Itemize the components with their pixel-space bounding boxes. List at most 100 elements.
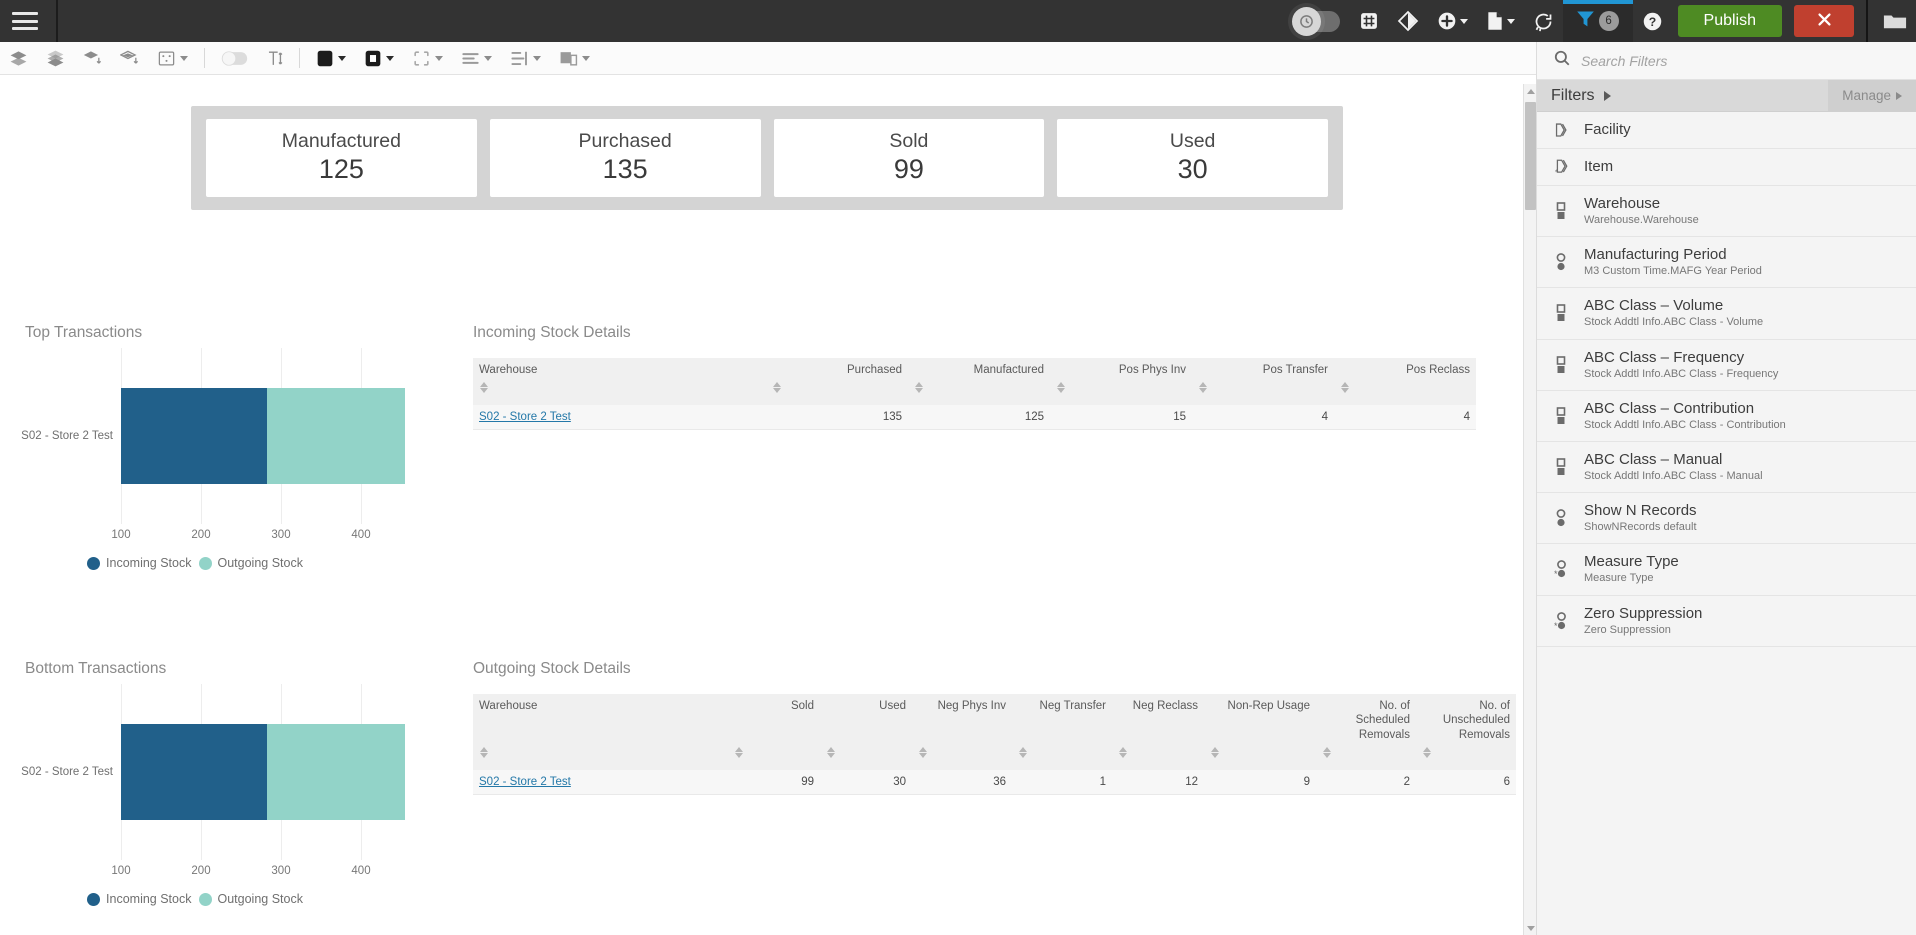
refresh-icon[interactable] <box>1524 0 1563 42</box>
kpi-card-purchased[interactable]: Purchased 135 <box>490 119 761 197</box>
col-header-warehouse[interactable]: Warehouse <box>473 358 766 379</box>
sort-toggle-icon[interactable] <box>1210 747 1219 758</box>
col-header-neg-phys-inv[interactable]: Neg Phys Inv <box>912 694 1012 744</box>
legend-item-outgoing[interactable]: Outgoing Stock <box>199 556 303 570</box>
hamburger-menu-icon[interactable] <box>12 12 38 30</box>
close-button[interactable] <box>1794 5 1854 37</box>
sort-cell[interactable] <box>912 744 1012 770</box>
legend-item-incoming[interactable]: Incoming Stock <box>87 892 191 906</box>
col-header-scheduled-removals[interactable]: No. of Scheduled Removals <box>1316 694 1416 744</box>
col-header-pos-phys-inv[interactable]: Pos Phys Inv <box>1050 358 1192 379</box>
sort-cell[interactable] <box>1012 744 1112 770</box>
warehouse-link[interactable]: S02 - Store 2 Test <box>479 411 571 423</box>
col-header-purchased[interactable]: Purchased <box>766 358 908 379</box>
filters-tab[interactable]: 6 <box>1563 0 1633 42</box>
chart-plot-area[interactable]: S02 - Store 2 Test 100 200 300 400 <box>25 348 430 548</box>
question-circle-icon[interactable]: ? <box>1633 0 1672 42</box>
col-header-pos-reclass[interactable]: Pos Reclass <box>1334 358 1476 379</box>
bar-group[interactable]: S02 - Store 2 Test <box>121 388 405 484</box>
sort-cell[interactable] <box>1334 379 1476 405</box>
publish-button[interactable]: Publish <box>1678 5 1782 37</box>
kpi-card-sold[interactable]: Sold 99 <box>774 119 1045 197</box>
plus-circle-icon[interactable] <box>1428 0 1477 42</box>
sort-toggle-icon[interactable] <box>1198 382 1207 393</box>
distribute-icon[interactable] <box>148 42 197 75</box>
bar-group[interactable]: S02 - Store 2 Test <box>121 724 405 820</box>
history-toggle[interactable] <box>1286 11 1350 32</box>
sort-cell[interactable] <box>1416 744 1516 770</box>
sort-toggle-icon[interactable] <box>1056 382 1065 393</box>
col-header-warehouse[interactable]: Warehouse <box>473 694 728 744</box>
col-header-neg-reclass[interactable]: Neg Reclass <box>1112 694 1204 744</box>
sort-toggle-icon[interactable] <box>1422 747 1431 758</box>
sort-cell[interactable] <box>1112 744 1204 770</box>
sort-toggle-icon[interactable] <box>772 382 781 393</box>
text-height-icon[interactable] <box>257 42 292 75</box>
filter-item-abc-class-contribution[interactable]: ABC Class – Contribution Stock Addtl Inf… <box>1537 391 1916 442</box>
sort-cell[interactable] <box>1204 744 1316 770</box>
sort-toggle-icon[interactable] <box>1118 747 1127 758</box>
fill-swatch-icon[interactable] <box>307 42 355 75</box>
sort-toggle-icon[interactable] <box>914 382 923 393</box>
table-row[interactable]: S02 - Store 2 Test 99 30 36 1 12 9 2 6 <box>473 770 1516 795</box>
legend-item-incoming[interactable]: Incoming Stock <box>87 556 191 570</box>
page-icon[interactable] <box>1477 0 1524 42</box>
filter-item-item[interactable]: * Item <box>1537 149 1916 186</box>
layer-down-icon[interactable] <box>74 42 111 75</box>
filter-item-abc-class-manual[interactable]: ABC Class – Manual Stock Addtl Info.ABC … <box>1537 442 1916 493</box>
border-swatch-icon[interactable] <box>355 42 403 75</box>
sort-toggle-icon[interactable] <box>1018 747 1027 758</box>
kpi-card-manufactured[interactable]: Manufactured 125 <box>206 119 477 197</box>
sort-toggle-icon[interactable] <box>826 747 835 758</box>
search-input[interactable] <box>1581 53 1900 69</box>
filter-item-measure-type[interactable]: * Measure Type Measure Type <box>1537 544 1916 595</box>
dashed-frame-icon[interactable] <box>403 42 452 75</box>
sort-cell[interactable] <box>1192 379 1334 405</box>
manage-filters-button[interactable]: Manage <box>1828 80 1916 112</box>
filter-item-abc-class-volume[interactable]: ABC Class – Volume Stock Addtl Info.ABC … <box>1537 288 1916 339</box>
layer-up-icon[interactable] <box>111 42 148 75</box>
align-left-icon[interactable] <box>501 42 550 75</box>
kpi-card-used[interactable]: Used 30 <box>1057 119 1328 197</box>
legend-item-outgoing[interactable]: Outgoing Stock <box>199 892 303 906</box>
sort-toggle-icon[interactable] <box>479 747 488 758</box>
filter-item-manufacturing-period[interactable]: Manufacturing Period M3 Custom Time.MAFG… <box>1537 237 1916 288</box>
sort-cell[interactable] <box>728 744 820 770</box>
scrollbar-thumb[interactable] <box>1525 102 1536 210</box>
col-header-unscheduled-removals[interactable]: No. of Unscheduled Removals <box>1416 694 1516 744</box>
bar-segment-incoming[interactable]: S02 - Store 2 Test <box>121 724 267 820</box>
sort-cell[interactable] <box>473 379 766 405</box>
sort-toggle-icon[interactable] <box>479 382 488 393</box>
filter-item-facility[interactable]: Facility <box>1537 112 1916 149</box>
sort-cell[interactable] <box>1316 744 1416 770</box>
sort-toggle-icon[interactable] <box>734 747 743 758</box>
filter-item-warehouse[interactable]: Warehouse Warehouse.Warehouse <box>1537 186 1916 237</box>
table-row[interactable]: S02 - Store 2 Test 135 125 15 4 4 <box>473 405 1476 430</box>
sort-cell[interactable] <box>473 744 728 770</box>
sort-cell[interactable] <box>1050 379 1192 405</box>
filter-item-zero-suppression[interactable]: * Zero Suppression Zero Suppression <box>1537 596 1916 647</box>
sort-toggle-icon[interactable] <box>918 747 927 758</box>
chart-plot-area[interactable]: S02 - Store 2 Test 100 200 300 400 <box>25 684 430 884</box>
col-header-sold[interactable]: Sold <box>728 694 820 744</box>
stack-front-icon[interactable] <box>37 42 74 75</box>
col-header-pos-transfer[interactable]: Pos Transfer <box>1192 358 1334 379</box>
sort-cell[interactable] <box>908 379 1050 405</box>
layers-icon[interactable] <box>0 42 37 75</box>
col-header-manufactured[interactable]: Manufactured <box>908 358 1050 379</box>
col-header-non-rep-usage[interactable]: Non-Rep Usage <box>1204 694 1316 744</box>
filter-item-show-n-records[interactable]: Show N Records ShowNRecords default <box>1537 493 1916 544</box>
align-lines-icon[interactable] <box>452 42 501 75</box>
bar-segment-outgoing[interactable] <box>267 388 405 484</box>
sort-toggle-icon[interactable] <box>1322 747 1331 758</box>
hash-grid-icon[interactable] <box>1350 0 1388 42</box>
folder-icon[interactable] <box>1874 0 1916 42</box>
col-header-neg-transfer[interactable]: Neg Transfer <box>1012 694 1112 744</box>
warehouse-link[interactable]: S02 - Store 2 Test <box>479 776 571 788</box>
arrange-icon[interactable] <box>550 42 599 75</box>
filters-collapse-toggle[interactable]: Filters <box>1551 87 1611 105</box>
bar-segment-incoming[interactable]: S02 - Store 2 Test <box>121 388 267 484</box>
canvas-vertical-scrollbar[interactable] <box>1523 84 1536 935</box>
sort-toggle-icon[interactable] <box>1340 382 1349 393</box>
sort-cell[interactable] <box>820 744 912 770</box>
